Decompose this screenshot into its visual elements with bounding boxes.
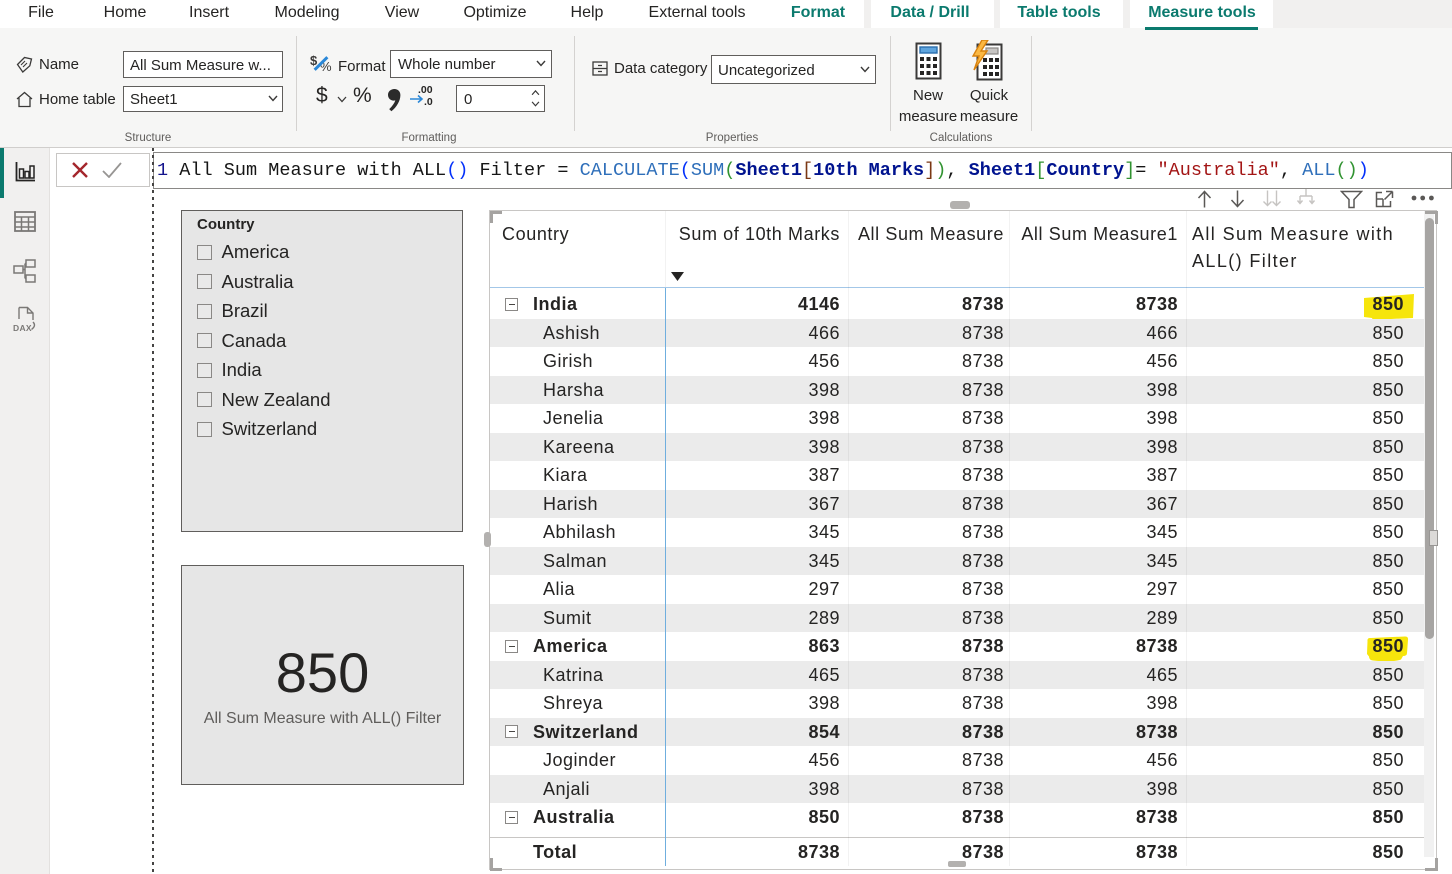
svg-text:DAX: DAX — [13, 323, 32, 333]
